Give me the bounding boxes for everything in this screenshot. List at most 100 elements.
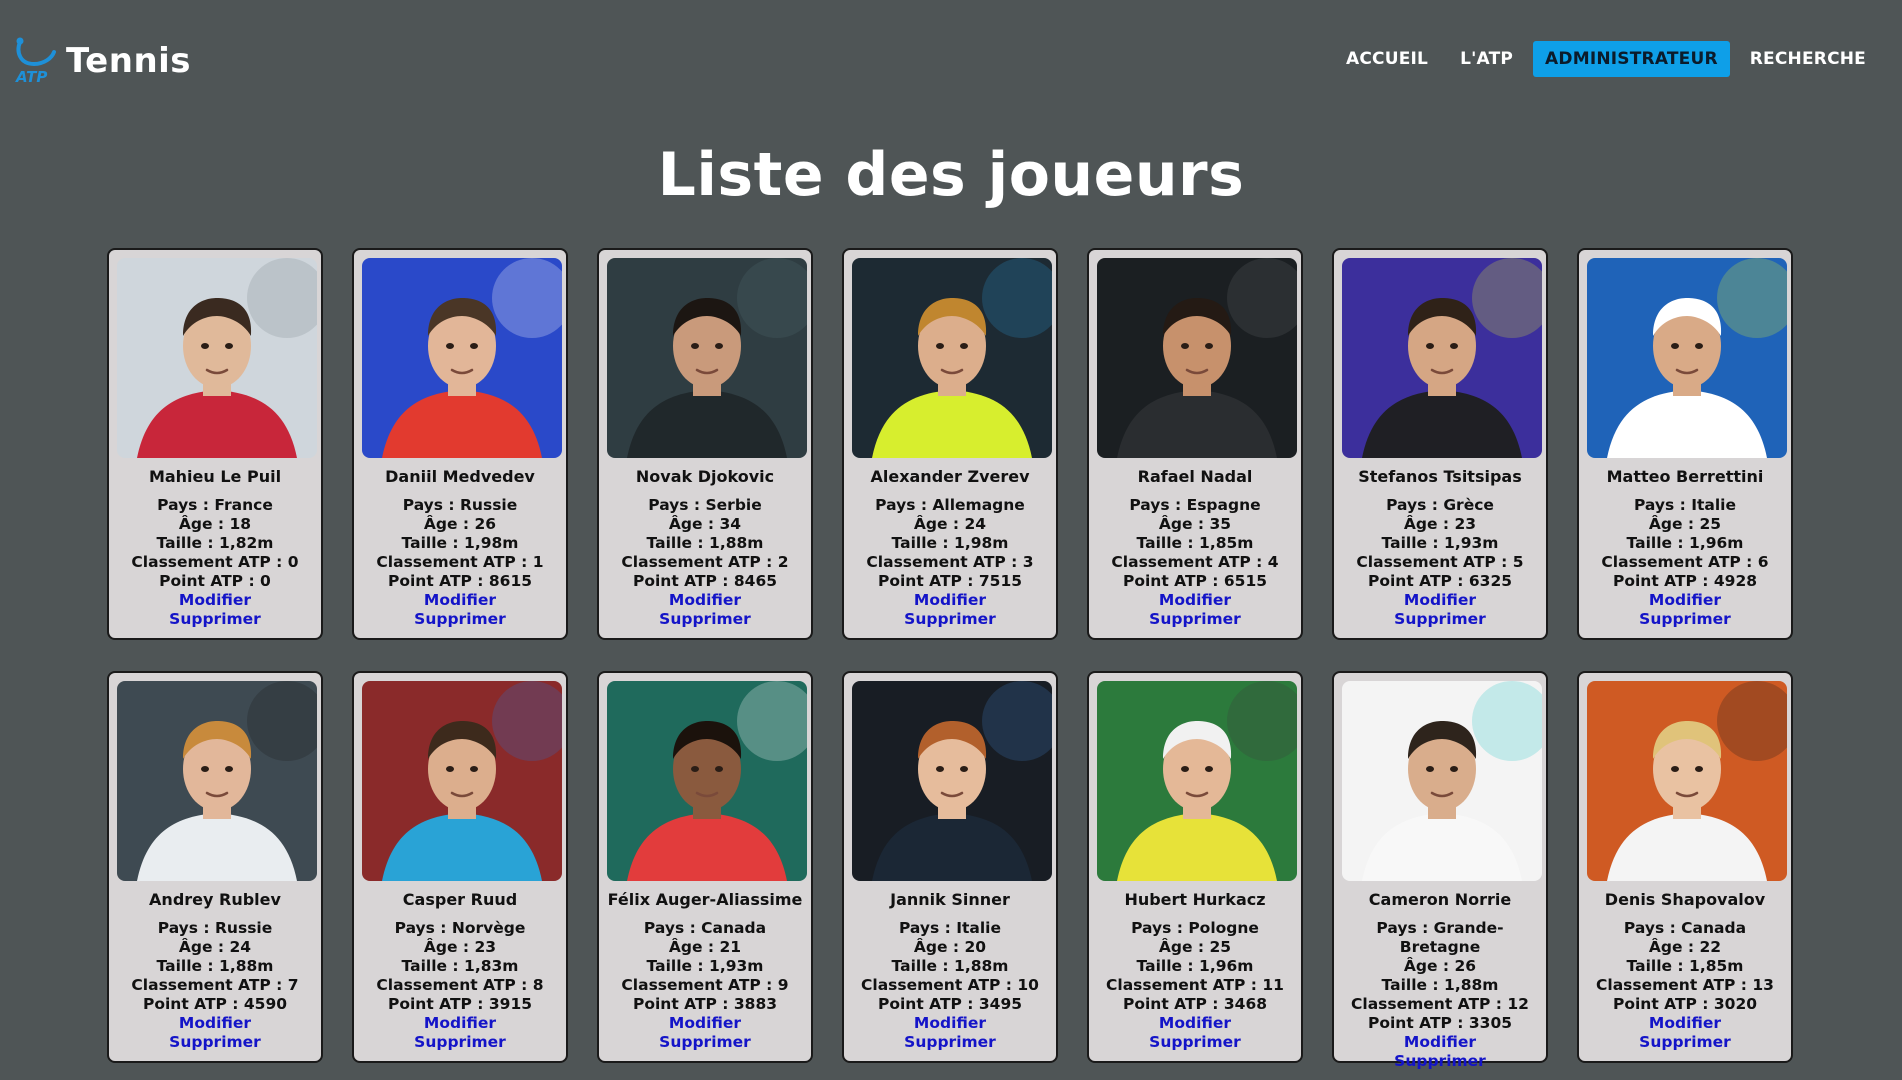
- modifier-link[interactable]: Modifier: [852, 1014, 1048, 1033]
- modifier-link[interactable]: Modifier: [362, 1014, 558, 1033]
- player-ranking: Classement ATP : 0: [131, 553, 299, 571]
- player-height: Taille : 1,96m: [1136, 957, 1254, 975]
- player-ranking: Classement ATP : 9: [621, 976, 789, 994]
- page: ATP Tennis ACCUEIL L'ATP ADMINISTRATEUR …: [0, 0, 1902, 1080]
- player-height: Taille : 1,82m: [156, 534, 274, 552]
- player-age: Âge : 21: [668, 938, 742, 956]
- player-name: Jannik Sinner: [890, 890, 1010, 909]
- modifier-link[interactable]: Modifier: [117, 1014, 313, 1033]
- supprimer-link[interactable]: Supprimer: [117, 1033, 313, 1052]
- player-age: Âge : 35: [1158, 515, 1232, 533]
- player-points: Point ATP : 3020: [1612, 995, 1758, 1013]
- player-photo: [852, 681, 1052, 881]
- player-stats: Pays : Russie Âge : 24 Taille : 1,88m Cl…: [117, 919, 313, 1014]
- player-photo: [852, 258, 1052, 458]
- player-stats: Pays : Allemagne Âge : 24 Taille : 1,98m…: [852, 496, 1048, 591]
- player-ranking: Classement ATP : 10: [861, 976, 1039, 994]
- player-stats: Pays : France Âge : 18 Taille : 1,82m Cl…: [117, 496, 313, 591]
- site-title: Tennis: [66, 41, 192, 81]
- player-height: Taille : 1,98m: [401, 534, 519, 552]
- player-ranking: Classement ATP : 7: [131, 976, 299, 994]
- player-photo: [1097, 681, 1297, 881]
- player-photo: [117, 681, 317, 881]
- player-card: Novak Djokovic Pays : Serbie Âge : 34 Ta…: [597, 248, 813, 640]
- supprimer-link[interactable]: Supprimer: [1342, 610, 1538, 629]
- player-country: Pays : Serbie: [648, 496, 762, 514]
- player-country: Pays : Espagne: [1129, 496, 1261, 514]
- player-country: Pays : Pologne: [1131, 919, 1259, 937]
- modifier-link[interactable]: Modifier: [1097, 591, 1293, 610]
- supprimer-link[interactable]: Supprimer: [852, 610, 1048, 629]
- player-country: Pays : Russie: [157, 919, 273, 937]
- supprimer-link[interactable]: Supprimer: [117, 610, 313, 629]
- player-points: Point ATP : 3495: [877, 995, 1023, 1013]
- player-country: Pays : Italie: [898, 919, 1002, 937]
- player-country: Pays : Grande-Bretagne: [1376, 919, 1504, 956]
- player-stats: Pays : Canada Âge : 22 Taille : 1,85m Cl…: [1587, 919, 1783, 1014]
- player-name: Andrey Rublev: [149, 890, 281, 909]
- player-card: Denis Shapovalov Pays : Canada Âge : 22 …: [1577, 671, 1793, 1063]
- modifier-link[interactable]: Modifier: [1587, 591, 1783, 610]
- player-country: Pays : Norvège: [394, 919, 526, 937]
- player-photo: [1097, 258, 1297, 458]
- nav-accueil[interactable]: ACCUEIL: [1334, 41, 1440, 77]
- modifier-link[interactable]: Modifier: [362, 591, 558, 610]
- player-height: Taille : 1,85m: [1626, 957, 1744, 975]
- supprimer-link[interactable]: Supprimer: [1342, 1052, 1538, 1071]
- player-age: Âge : 24: [913, 515, 987, 533]
- supprimer-link[interactable]: Supprimer: [1097, 1033, 1293, 1052]
- player-card: Jannik Sinner Pays : Italie Âge : 20 Tai…: [842, 671, 1058, 1063]
- supprimer-link[interactable]: Supprimer: [607, 610, 803, 629]
- player-name: Stefanos Tsitsipas: [1358, 467, 1522, 486]
- main-nav: ACCUEIL L'ATP ADMINISTRATEUR RECHERCHE: [1334, 41, 1878, 77]
- player-height: Taille : 1,88m: [156, 957, 274, 975]
- modifier-link[interactable]: Modifier: [1587, 1014, 1783, 1033]
- supprimer-link[interactable]: Supprimer: [1587, 1033, 1783, 1052]
- player-height: Taille : 1,98m: [891, 534, 1009, 552]
- player-height: Taille : 1,93m: [646, 957, 764, 975]
- player-points: Point ATP : 4590: [142, 995, 288, 1013]
- player-card: Casper Ruud Pays : Norvège Âge : 23 Tail…: [352, 671, 568, 1063]
- player-name: Rafael Nadal: [1137, 467, 1253, 486]
- modifier-link[interactable]: Modifier: [1342, 1033, 1538, 1052]
- nav-recherche[interactable]: RECHERCHE: [1738, 41, 1878, 77]
- player-ranking: Classement ATP : 4: [1111, 553, 1279, 571]
- player-country: Pays : Grèce: [1386, 496, 1494, 514]
- supprimer-link[interactable]: Supprimer: [362, 1033, 558, 1052]
- player-points: Point ATP : 4928: [1612, 572, 1758, 590]
- player-stats: Pays : Grande-Bretagne Âge : 26 Taille :…: [1342, 919, 1538, 1033]
- player-card: Stefanos Tsitsipas Pays : Grèce Âge : 23…: [1332, 248, 1548, 640]
- player-stats: Pays : Pologne Âge : 25 Taille : 1,96m C…: [1097, 919, 1293, 1014]
- player-age: Âge : 25: [1158, 938, 1232, 956]
- header: ATP Tennis ACCUEIL L'ATP ADMINISTRATEUR …: [0, 0, 1902, 120]
- supprimer-link[interactable]: Supprimer: [362, 610, 558, 629]
- nav-atp[interactable]: L'ATP: [1448, 41, 1525, 77]
- player-height: Taille : 1,88m: [891, 957, 1009, 975]
- nav-administrateur[interactable]: ADMINISTRATEUR: [1533, 41, 1730, 77]
- player-name: Casper Ruud: [402, 890, 518, 909]
- player-card: Alexander Zverev Pays : Allemagne Âge : …: [842, 248, 1058, 640]
- player-age: Âge : 26: [423, 515, 497, 533]
- supprimer-link[interactable]: Supprimer: [1587, 610, 1783, 629]
- player-name: Hubert Hurkacz: [1124, 890, 1266, 909]
- player-height: Taille : 1,88m: [1381, 976, 1499, 994]
- player-height: Taille : 1,83m: [401, 957, 519, 975]
- modifier-link[interactable]: Modifier: [117, 591, 313, 610]
- player-points: Point ATP : 7515: [877, 572, 1023, 590]
- player-ranking: Classement ATP : 6: [1601, 553, 1769, 571]
- modifier-link[interactable]: Modifier: [1097, 1014, 1293, 1033]
- player-name: Daniil Medvedev: [385, 467, 535, 486]
- player-points: Point ATP : 3305: [1367, 1014, 1513, 1032]
- supprimer-link[interactable]: Supprimer: [1097, 610, 1293, 629]
- modifier-link[interactable]: Modifier: [607, 1014, 803, 1033]
- modifier-link[interactable]: Modifier: [852, 591, 1048, 610]
- modifier-link[interactable]: Modifier: [607, 591, 803, 610]
- player-country: Pays : Allemagne: [875, 496, 1025, 514]
- player-photo: [362, 258, 562, 458]
- modifier-link[interactable]: Modifier: [1342, 591, 1538, 610]
- player-photo: [1587, 681, 1787, 881]
- supprimer-link[interactable]: Supprimer: [852, 1033, 1048, 1052]
- site-logo[interactable]: ATP Tennis: [12, 36, 191, 86]
- supprimer-link[interactable]: Supprimer: [607, 1033, 803, 1052]
- player-photo: [1587, 258, 1787, 458]
